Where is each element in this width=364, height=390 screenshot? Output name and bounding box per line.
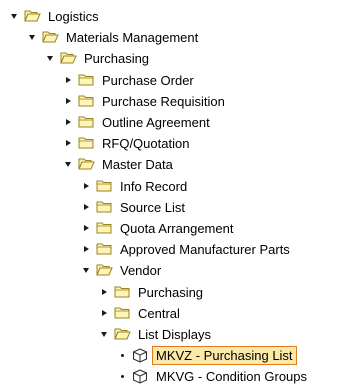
folder-closed-icon — [77, 72, 95, 88]
collapse-arrow-icon[interactable] — [99, 324, 109, 344]
folder-closed-icon — [77, 114, 95, 130]
node-label[interactable]: Materials Management — [62, 28, 202, 47]
tree-node[interactable]: MKVZ - Purchasing List — [117, 345, 297, 365]
tree-node[interactable]: List Displays — [99, 324, 215, 344]
expand-arrow-icon[interactable] — [81, 197, 91, 217]
folder-open-icon — [113, 326, 131, 342]
tree-node[interactable]: Approved Manufacturer Parts — [81, 239, 294, 259]
folder-closed-icon — [95, 178, 113, 194]
expand-arrow-icon[interactable] — [99, 303, 109, 323]
node-label[interactable]: Purchase Order — [98, 71, 198, 90]
node-label[interactable]: Master Data — [98, 155, 177, 174]
tree-node[interactable]: Central — [99, 303, 184, 323]
node-label[interactable]: Vendor — [116, 261, 165, 280]
folder-closed-icon — [95, 199, 113, 215]
node-label[interactable]: Approved Manufacturer Parts — [116, 240, 294, 259]
node-label[interactable]: Source List — [116, 198, 189, 217]
tree-node[interactable]: Quota Arrangement — [81, 218, 237, 238]
node-label[interactable]: Purchasing — [134, 283, 207, 302]
leaf-bullet-icon — [117, 345, 127, 365]
expand-arrow-icon[interactable] — [63, 91, 73, 111]
node-label[interactable]: MKVG - Condition Groups — [152, 367, 311, 386]
folder-closed-icon — [95, 220, 113, 236]
folder-open-icon — [59, 50, 77, 66]
leaf-bullet-icon — [117, 366, 127, 386]
collapse-arrow-icon[interactable] — [81, 260, 91, 280]
sap-menu-tree: Logistics Materials Management Purchasing P… — [0, 0, 364, 390]
tree-node[interactable]: Materials Management — [27, 27, 202, 47]
folder-closed-icon — [113, 284, 131, 300]
collapse-arrow-icon[interactable] — [27, 27, 37, 47]
tree-node[interactable]: MKVG - Condition Groups — [117, 366, 311, 386]
collapse-arrow-icon[interactable] — [63, 154, 73, 174]
folder-closed-icon — [113, 305, 131, 321]
expand-arrow-icon[interactable] — [63, 133, 73, 153]
node-label[interactable]: Purchase Requisition — [98, 92, 229, 111]
node-label[interactable]: Info Record — [116, 177, 191, 196]
node-label[interactable]: Central — [134, 304, 184, 323]
expand-arrow-icon[interactable] — [81, 218, 91, 238]
folder-open-icon — [77, 156, 95, 172]
expand-arrow-icon[interactable] — [63, 112, 73, 132]
tree-node[interactable]: Purchasing — [99, 282, 207, 302]
node-label[interactable]: Purchasing — [80, 49, 153, 68]
node-label[interactable]: Quota Arrangement — [116, 219, 237, 238]
folder-open-icon — [95, 262, 113, 278]
folder-closed-icon — [77, 93, 95, 109]
node-label[interactable]: Outline Agreement — [98, 113, 214, 132]
expand-arrow-icon[interactable] — [99, 282, 109, 302]
folder-open-icon — [41, 29, 59, 45]
tree-node[interactable]: Master Data — [63, 154, 177, 174]
tree-node[interactable]: Source List — [81, 197, 189, 217]
selected-node-label[interactable]: MKVZ - Purchasing List — [152, 345, 297, 365]
folder-open-icon — [23, 8, 41, 24]
collapse-arrow-icon[interactable] — [45, 48, 55, 68]
tree-node[interactable]: Info Record — [81, 176, 191, 196]
expand-arrow-icon[interactable] — [81, 176, 91, 196]
collapse-arrow-icon[interactable] — [9, 6, 19, 26]
tree-node[interactable]: Purchasing — [45, 48, 153, 68]
tree-node[interactable]: Purchase Requisition — [63, 91, 229, 111]
tree-node[interactable]: Vendor — [81, 260, 165, 280]
transaction-cube-icon — [131, 368, 149, 384]
transaction-cube-icon — [131, 347, 149, 363]
folder-closed-icon — [95, 241, 113, 257]
node-label[interactable]: RFQ/Quotation — [98, 134, 193, 153]
node-label[interactable]: Logistics — [44, 7, 103, 26]
tree-node[interactable]: RFQ/Quotation — [63, 133, 193, 153]
expand-arrow-icon[interactable] — [63, 70, 73, 90]
tree-node[interactable]: Outline Agreement — [63, 112, 214, 132]
folder-closed-icon — [77, 135, 95, 151]
expand-arrow-icon[interactable] — [81, 239, 91, 259]
node-label[interactable]: List Displays — [134, 325, 215, 344]
tree-node[interactable]: Purchase Order — [63, 70, 198, 90]
tree-node[interactable]: Logistics — [9, 6, 103, 26]
